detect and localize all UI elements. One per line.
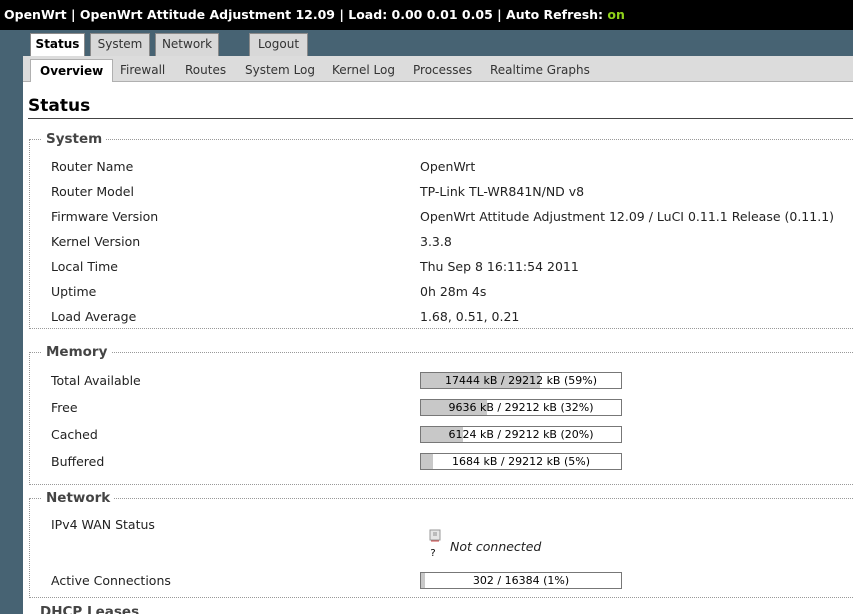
load-average-value: 1.68, 0.51, 0.21	[420, 309, 520, 324]
firmware-version-label: Firmware Version	[51, 209, 159, 224]
free-text: 9636 kB / 29212 kB (32%)	[448, 401, 594, 414]
active-connections-bar: 302 / 16384 (1%)	[420, 572, 622, 589]
cached-label: Cached	[51, 427, 98, 442]
firmware-version-value: OpenWrt Attitude Adjustment 12.09 / LuCI…	[420, 209, 835, 224]
tab-system[interactable]: System	[90, 33, 150, 56]
total-available-text: 17444 kB / 29212 kB (59%)	[444, 374, 598, 387]
wan-status-text: Not connected	[450, 539, 542, 554]
router-model-label: Router Model	[51, 184, 134, 199]
memory-section: Memory Total Available 17444 kB / 29212 …	[29, 344, 853, 485]
total-available-label: Total Available	[51, 373, 141, 388]
free-bar: 9636 kB / 29212 kB (32%)	[420, 399, 622, 416]
free-label: Free	[51, 400, 78, 415]
buffered-label: Buffered	[51, 454, 105, 469]
wan-port-icon: ?	[428, 528, 441, 559]
subtab-kernel-log[interactable]: Kernel Log	[323, 59, 404, 82]
tab-status[interactable]: Status	[30, 33, 85, 57]
router-name-label: Router Name	[51, 159, 134, 174]
router-name-value: OpenWrt	[420, 159, 476, 174]
network-port-icon	[429, 529, 441, 542]
network-section: Network IPv4 WAN Status ? Not connected …	[29, 490, 853, 598]
active-connections-label: Active Connections	[51, 573, 171, 588]
uptime-value: 0h 28m 4s	[420, 284, 487, 299]
ipv4-wan-status-label: IPv4 WAN Status	[51, 517, 155, 532]
content-area: Status System Router Name OpenWrt Router…	[23, 82, 853, 614]
buffered-text: 1684 kB / 29212 kB (5%)	[451, 455, 591, 468]
network-legend: Network	[42, 490, 115, 506]
active-connections-text: 302 / 16384 (1%)	[472, 574, 570, 587]
subtab-routes[interactable]: Routes	[176, 59, 235, 82]
subtab-system-log[interactable]: System Log	[236, 59, 324, 82]
memory-legend: Memory	[42, 344, 112, 360]
router-model-value: TP-Link TL-WR841N/ND v8	[420, 184, 585, 199]
buffered-bar: 1684 kB / 29212 kB (5%)	[420, 453, 622, 470]
total-available-bar: 17444 kB / 29212 kB (59%)	[420, 372, 622, 389]
title-text: OpenWrt | OpenWrt Attitude Adjustment 12…	[4, 7, 608, 22]
title-divider	[28, 118, 853, 119]
system-section: System Router Name OpenWrt Router Model …	[29, 131, 853, 329]
subtab-processes[interactable]: Processes	[404, 59, 481, 82]
local-time-label: Local Time	[51, 259, 118, 274]
page-title: Status	[28, 96, 91, 116]
cached-bar: 6124 kB / 29212 kB (20%)	[420, 426, 622, 443]
title-bar: OpenWrt | OpenWrt Attitude Adjustment 12…	[0, 0, 853, 30]
kernel-version-label: Kernel Version	[51, 234, 141, 249]
dhcp-leases-legend: DHCP Leases	[40, 604, 140, 614]
cached-text: 6124 kB / 29212 kB (20%)	[448, 428, 594, 441]
subtab-firewall[interactable]: Firewall	[111, 59, 174, 82]
auto-refresh-toggle[interactable]: on	[607, 7, 625, 22]
wan-unknown-mark: ?	[430, 548, 436, 559]
system-legend: System	[42, 131, 107, 147]
kernel-version-value: 3.3.8	[420, 234, 452, 249]
subtab-overview[interactable]: Overview	[30, 59, 114, 82]
subtab-realtime-graphs[interactable]: Realtime Graphs	[481, 59, 599, 82]
tab-network[interactable]: Network	[155, 33, 219, 56]
local-time-value: Thu Sep 8 16:11:54 2011	[420, 259, 579, 274]
uptime-label: Uptime	[51, 284, 97, 299]
sub-tabs: Overview Firewall Routes System Log Kern…	[23, 56, 853, 82]
load-average-label: Load Average	[51, 309, 137, 324]
tab-logout[interactable]: Logout	[249, 33, 308, 56]
